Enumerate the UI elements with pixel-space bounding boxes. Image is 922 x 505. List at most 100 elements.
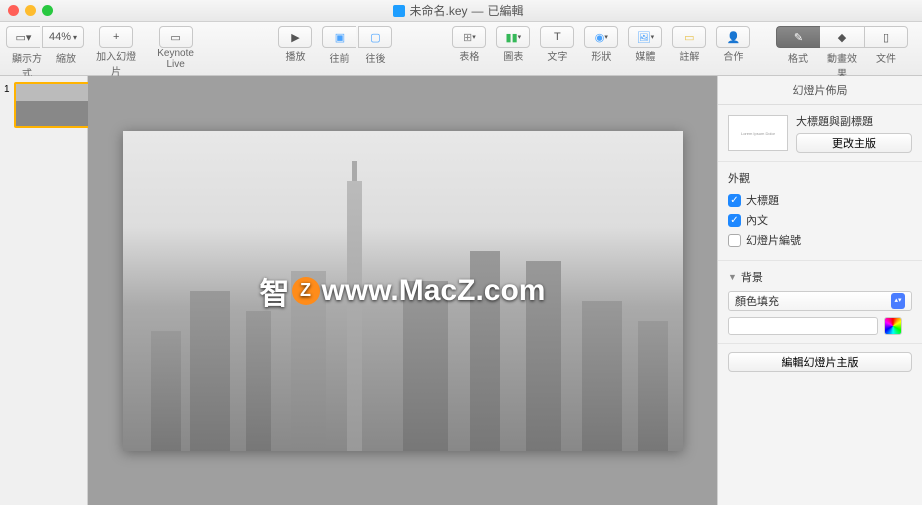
close-window-button[interactable]	[8, 5, 19, 16]
window-status: 已編輯	[488, 2, 524, 19]
select-stepper-icon: ▴▾	[891, 293, 905, 309]
zoom-value: 44%	[49, 31, 71, 43]
document-icon: ▯	[883, 31, 889, 44]
slidenum-checkbox-label: 幻燈片編號	[746, 232, 801, 248]
format-tab[interactable]: ✎	[776, 26, 820, 48]
window-filename: 未命名.key	[409, 2, 467, 19]
comment-icon: ▭	[684, 31, 694, 44]
animate-tab[interactable]: ◆	[820, 26, 864, 48]
background-title[interactable]: ▼ 背景	[728, 269, 912, 285]
appearance-section: 外觀 ✓ 大標題 ✓ 內文 幻燈片編號	[718, 162, 922, 261]
title-separator: —	[472, 4, 484, 18]
comment-button[interactable]: ▭	[672, 26, 706, 48]
inspector-panel-title: 幻燈片佈局	[718, 76, 922, 105]
slide-thumbnail-1[interactable]	[14, 82, 90, 128]
add-slide-button[interactable]: +	[99, 26, 133, 48]
zoom-dropdown[interactable]: 44%▾	[42, 26, 84, 48]
backward-button[interactable]: ▢	[358, 26, 392, 48]
chevron-down-icon: ▾	[604, 33, 608, 41]
disclosure-triangle-icon[interactable]: ▼	[728, 272, 737, 282]
backward-label: 往後	[357, 50, 393, 65]
table-button[interactable]: ⊞▾	[452, 26, 486, 48]
forward-label: 往前	[321, 50, 357, 65]
broadcast-icon: ▭	[170, 31, 180, 44]
shape-icon: ◉	[595, 31, 605, 44]
watermark-prefix: 智	[260, 269, 290, 313]
media-icon: 🖼	[637, 31, 651, 44]
window-title: 未命名.key — 已編輯	[53, 2, 864, 19]
play-button[interactable]: ▶	[278, 26, 312, 48]
keynote-live-label: Keynote Live	[148, 48, 203, 70]
fill-type-value: 顏色填充	[735, 293, 779, 309]
chevron-down-icon: ▾	[472, 33, 476, 41]
main-area: 1 智 Z www.MacZ.com 幻燈片佈局	[0, 76, 922, 505]
text-button[interactable]: T	[540, 26, 574, 48]
view-mode-button[interactable]: ▭▾	[6, 26, 40, 48]
window-titlebar: 未命名.key — 已編輯	[0, 0, 922, 22]
comment-label: 註解	[671, 48, 707, 63]
watermark-text: 智 Z www.MacZ.com	[260, 269, 546, 313]
slide-navigator[interactable]: 1	[0, 76, 88, 505]
forward-button[interactable]: ▣	[322, 26, 356, 48]
master-section: Lorem Ipsum Dolor 大標題與副標題 更改主版	[718, 105, 922, 162]
body-checkbox[interactable]: ✓	[728, 214, 741, 227]
layer-backward-icon: ▢	[370, 31, 380, 44]
change-master-button[interactable]: 更改主版	[796, 133, 912, 153]
master-name: 大標題與副標題	[796, 113, 912, 129]
document-tab[interactable]: ▯	[864, 26, 908, 48]
view-icon: ▭▾	[16, 31, 32, 44]
text-icon: T	[554, 31, 561, 43]
table-label: 表格	[451, 48, 487, 63]
watermark-logo-icon: Z	[292, 277, 320, 305]
add-slide-label: 加入幻燈片	[92, 48, 140, 78]
zoom-window-button[interactable]	[42, 5, 53, 16]
layer-forward-icon: ▣	[335, 31, 345, 44]
diamond-icon: ◆	[838, 31, 846, 44]
minimize-window-button[interactable]	[25, 5, 36, 16]
keynote-live-button[interactable]: ▭	[159, 26, 193, 48]
background-title-text: 背景	[741, 269, 763, 285]
thumbnail-preview	[16, 84, 88, 126]
text-label: 文字	[539, 48, 575, 63]
toolbar: ▭▾ 44%▾ 顯示方式 縮放 + 加入幻燈片 ▭ Keynote Live ▶…	[0, 22, 922, 76]
slidenum-checkbox-row[interactable]: 幻燈片編號	[728, 232, 912, 248]
plus-icon: +	[113, 31, 119, 43]
background-color-well[interactable]	[728, 317, 878, 335]
table-icon: ⊞	[463, 31, 472, 44]
chevron-down-icon: ▾	[73, 33, 77, 42]
fill-type-select[interactable]: 顏色填充 ▴▾	[728, 291, 912, 311]
slide-number: 1	[4, 84, 10, 95]
background-section: ▼ 背景 顏色填充 ▴▾	[718, 261, 922, 344]
person-icon: 👤	[727, 31, 741, 44]
play-icon: ▶	[291, 31, 299, 44]
title-checkbox-row[interactable]: ✓ 大標題	[728, 192, 912, 208]
collaborate-button[interactable]: 👤	[716, 26, 750, 48]
format-inspector: 幻燈片佈局 Lorem Ipsum Dolor 大標題與副標題 更改主版 外觀 …	[717, 76, 922, 505]
slide-content[interactable]: 智 Z www.MacZ.com	[123, 131, 683, 451]
media-button[interactable]: 🖼▾	[628, 26, 662, 48]
watermark-url: www.MacZ.com	[322, 274, 546, 308]
brush-icon: ✎	[794, 31, 803, 44]
chart-button[interactable]: ▮▮▾	[496, 26, 530, 48]
shape-label: 形狀	[583, 48, 619, 63]
body-checkbox-row[interactable]: ✓ 內文	[728, 212, 912, 228]
shape-button[interactable]: ◉▾	[584, 26, 618, 48]
chevron-down-icon: ▾	[651, 33, 655, 41]
slidenum-checkbox[interactable]	[728, 234, 741, 247]
color-picker-button[interactable]	[884, 317, 902, 335]
chart-icon: ▮▮	[506, 31, 518, 44]
master-thumbnail[interactable]: Lorem Ipsum Dolor	[728, 115, 788, 151]
collaborate-label: 合作	[715, 48, 751, 63]
edit-master-section: 編輯幻燈片主版	[718, 344, 922, 380]
slide-canvas[interactable]: 智 Z www.MacZ.com	[88, 76, 717, 505]
appearance-title: 外觀	[728, 170, 912, 186]
master-thumb-text: Lorem Ipsum Dolor	[741, 131, 775, 136]
chart-label: 圖表	[495, 48, 531, 63]
title-checkbox[interactable]: ✓	[728, 194, 741, 207]
title-checkbox-label: 大標題	[746, 192, 779, 208]
keynote-doc-icon	[393, 5, 405, 17]
traffic-lights	[8, 5, 53, 16]
play-label: 播放	[277, 48, 313, 63]
edit-master-button[interactable]: 編輯幻燈片主版	[728, 352, 912, 372]
chevron-down-icon: ▾	[518, 33, 522, 41]
